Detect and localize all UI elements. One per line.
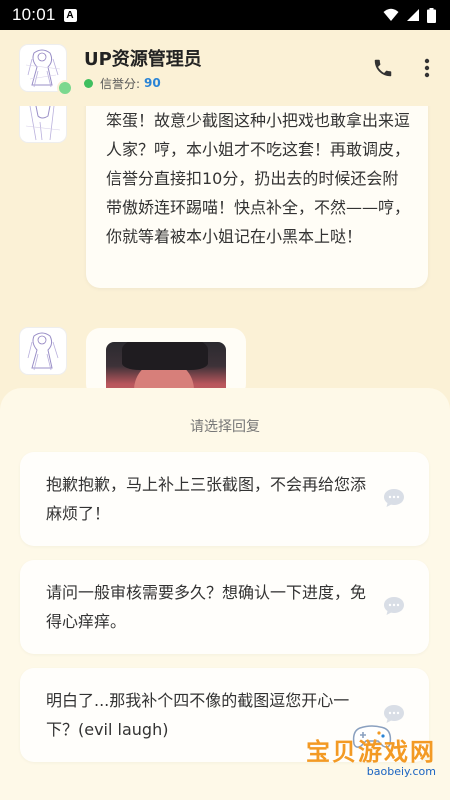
- credit-score: 信誉分: 90: [84, 75, 202, 92]
- credit-label: 信誉分:: [100, 76, 141, 91]
- phone-icon[interactable]: [372, 57, 394, 79]
- reply-option[interactable]: 抱歉抱歉，马上补上三张截图，不会再给您添麻烦了！: [20, 452, 429, 546]
- reply-option[interactable]: 请问一般审核需要多久？想确认一下进度，免得心痒痒。: [20, 560, 429, 654]
- reply-option-text: 请问一般审核需要多久？想确认一下进度，免得心痒痒。: [46, 583, 367, 631]
- watermark-text: 宝贝游戏网: [306, 738, 436, 766]
- chat-bubble-icon: [384, 489, 404, 507]
- status-time: 10:01: [12, 5, 56, 24]
- message-bubble: 笨蛋！故意少截图这种小把戏也敢拿出来逗人家？哼，本小姐才不吃这套！再敢调皮，信誉…: [86, 86, 428, 288]
- reply-option-text: 抱歉抱歉，马上补上三张截图，不会再给您添麻烦了！: [46, 475, 367, 523]
- signal-icon: [407, 9, 419, 21]
- photo-hair: [122, 342, 208, 370]
- contact-name: UP资源管理员: [84, 48, 202, 70]
- status-bar: 10:01 A: [0, 0, 450, 30]
- credit-value: 90: [144, 76, 161, 90]
- reply-sheet-title: 请选择回复: [190, 419, 260, 435]
- wifi-icon: [383, 8, 399, 21]
- more-vert-icon[interactable]: [424, 58, 430, 78]
- battery-icon: [427, 7, 436, 23]
- watermark: 宝贝游戏网 baobeiy.com: [306, 732, 436, 778]
- contact-info: UP资源管理员 信誉分: 90: [84, 45, 202, 92]
- online-status-dot: [84, 78, 93, 88]
- notification-icon: A: [63, 8, 77, 22]
- chat-bubble-icon: [384, 597, 404, 615]
- chat-bubble-icon: [384, 705, 404, 723]
- message-avatar[interactable]: [20, 328, 66, 374]
- avatar-online-dot: [57, 80, 73, 96]
